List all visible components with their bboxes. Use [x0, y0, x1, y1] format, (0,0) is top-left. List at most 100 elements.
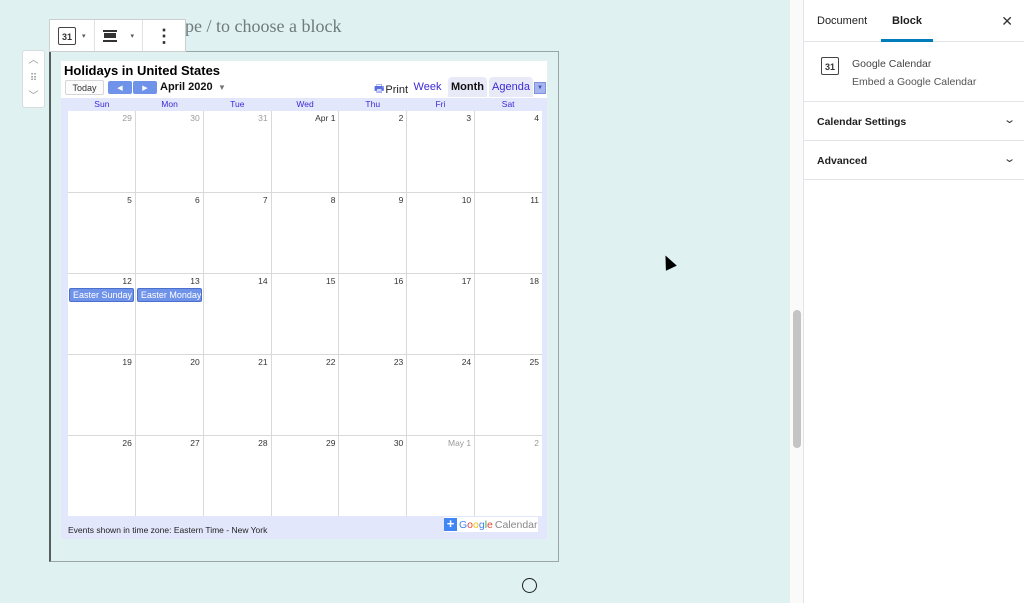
- editor-scrollbar[interactable]: [789, 0, 803, 603]
- day-cell[interactable]: 20: [136, 355, 204, 435]
- day-cell[interactable]: 8: [272, 193, 340, 273]
- day-number[interactable]: 12: [122, 276, 131, 286]
- move-up-icon[interactable]: ︿: [29, 54, 39, 68]
- day-cell[interactable]: 5: [68, 193, 136, 273]
- day-number[interactable]: 30: [394, 438, 403, 448]
- day-number[interactable]: 2: [534, 438, 539, 448]
- day-number[interactable]: 15: [326, 276, 335, 286]
- day-number[interactable]: 14: [258, 276, 267, 286]
- day-cell[interactable]: 6: [136, 193, 204, 273]
- print-button[interactable]: 🖶 Print: [374, 80, 408, 99]
- day-number[interactable]: May 1: [448, 438, 471, 448]
- day-number[interactable]: 20: [190, 357, 199, 367]
- day-cell[interactable]: 30: [136, 111, 204, 192]
- day-cell[interactable]: 27: [136, 436, 204, 516]
- day-cell[interactable]: 16: [339, 274, 408, 354]
- day-number[interactable]: 18: [530, 276, 539, 286]
- panel-calendar-settings[interactable]: Calendar Settings ⌄: [804, 102, 1024, 141]
- day-cell[interactable]: 24: [407, 355, 476, 435]
- day-cell[interactable]: Apr 1: [272, 111, 340, 192]
- day-number[interactable]: 21: [258, 357, 267, 367]
- calendar-event[interactable]: Easter Monday: [136, 288, 202, 302]
- day-number[interactable]: 31: [258, 113, 267, 123]
- day-number[interactable]: 23: [394, 357, 403, 367]
- panel-advanced[interactable]: Advanced ⌄: [804, 141, 1024, 180]
- day-number[interactable]: 24: [462, 357, 471, 367]
- day-cell[interactable]: 29: [272, 436, 340, 516]
- day-cell[interactable]: 13 Easter Monday: [136, 274, 204, 354]
- day-number[interactable]: 22: [326, 357, 335, 367]
- day-number[interactable]: 26: [122, 438, 131, 448]
- tab-block[interactable]: Block: [892, 15, 922, 27]
- day-number[interactable]: 17: [462, 276, 471, 286]
- day-cell[interactable]: 23: [339, 355, 408, 435]
- move-down-icon[interactable]: ﹀: [29, 90, 39, 104]
- view-dropdown-button[interactable]: ▼: [534, 82, 546, 94]
- day-number[interactable]: 16: [394, 276, 403, 286]
- day-cell[interactable]: 2: [339, 111, 408, 192]
- day-cell[interactable]: 22: [272, 355, 340, 435]
- day-cell[interactable]: 9: [339, 193, 408, 273]
- day-number[interactable]: 2: [399, 113, 404, 123]
- day-number[interactable]: Apr 1: [315, 113, 335, 123]
- prev-month-button[interactable]: ◀: [108, 81, 132, 94]
- day-number[interactable]: 5: [127, 195, 132, 205]
- day-cell[interactable]: 4: [475, 111, 542, 192]
- day-cell[interactable]: 29: [68, 111, 136, 192]
- calendar-event[interactable]: Easter Sunday: [69, 288, 134, 302]
- day-number[interactable]: 7: [263, 195, 268, 205]
- day-cell[interactable]: May 1: [407, 436, 476, 516]
- day-number[interactable]: 6: [195, 195, 200, 205]
- month-picker-caret-icon[interactable]: ▼: [218, 83, 226, 92]
- day-number[interactable]: 25: [530, 357, 539, 367]
- tab-month[interactable]: Month: [448, 77, 487, 97]
- scrollbar-thumb[interactable]: [793, 310, 801, 448]
- drag-handle-icon[interactable]: ⠿: [30, 72, 37, 86]
- tab-week[interactable]: Week: [410, 77, 445, 97]
- day-cell[interactable]: 2: [475, 436, 542, 516]
- day-cell[interactable]: 15: [272, 274, 340, 354]
- day-number[interactable]: 9: [399, 195, 404, 205]
- next-month-button[interactable]: ▶: [133, 81, 157, 94]
- day-number[interactable]: 11: [530, 195, 539, 205]
- day-number[interactable]: 8: [331, 195, 336, 205]
- day-cell[interactable]: 12 Easter Sunday: [68, 274, 136, 354]
- block-switcher-button[interactable]: 31 ▾: [50, 20, 95, 51]
- week-row: 19 20 21 22 23 24 25: [68, 354, 542, 435]
- day-cell[interactable]: 25: [475, 355, 542, 435]
- tab-agenda[interactable]: Agenda: [489, 77, 533, 97]
- day-number[interactable]: 29: [122, 113, 131, 123]
- current-month-label[interactable]: April 2020: [160, 81, 213, 93]
- day-cell[interactable]: 7: [204, 193, 272, 273]
- more-options-button[interactable]: ⋮: [143, 20, 185, 51]
- day-number[interactable]: 13: [190, 276, 199, 286]
- day-cell[interactable]: 18: [475, 274, 542, 354]
- day-cell[interactable]: 11: [475, 193, 542, 273]
- day-number[interactable]: 4: [534, 113, 539, 123]
- day-number[interactable]: 27: [190, 438, 199, 448]
- day-cell[interactable]: 30: [339, 436, 408, 516]
- day-number[interactable]: 30: [190, 113, 199, 123]
- google-calendar-badge[interactable]: + Google Calendar: [444, 517, 538, 532]
- day-cell[interactable]: 26: [68, 436, 136, 516]
- day-cell[interactable]: 17: [407, 274, 476, 354]
- day-number[interactable]: 29: [326, 438, 335, 448]
- align-button[interactable]: ▾: [95, 20, 144, 51]
- day-number[interactable]: 10: [462, 195, 471, 205]
- day-number[interactable]: 28: [258, 438, 267, 448]
- tab-document[interactable]: Document: [817, 15, 867, 27]
- day-number[interactable]: 3: [466, 113, 471, 123]
- close-icon[interactable]: ✕: [1001, 13, 1013, 30]
- day-cell[interactable]: 19: [68, 355, 136, 435]
- day-cell[interactable]: 21: [204, 355, 272, 435]
- day-number[interactable]: 19: [122, 357, 131, 367]
- today-button[interactable]: Today: [65, 80, 104, 95]
- chevron-left-icon: ◀: [117, 84, 123, 92]
- add-block-icon[interactable]: ⊕: [522, 578, 537, 593]
- day-cell[interactable]: 14: [204, 274, 272, 354]
- day-cell[interactable]: 28: [204, 436, 272, 516]
- day-cell[interactable]: 31: [204, 111, 272, 192]
- day-cell[interactable]: 3: [407, 111, 476, 192]
- day-cell[interactable]: 10: [407, 193, 476, 273]
- block-placeholder[interactable]: type / to choose a block: [171, 16, 341, 37]
